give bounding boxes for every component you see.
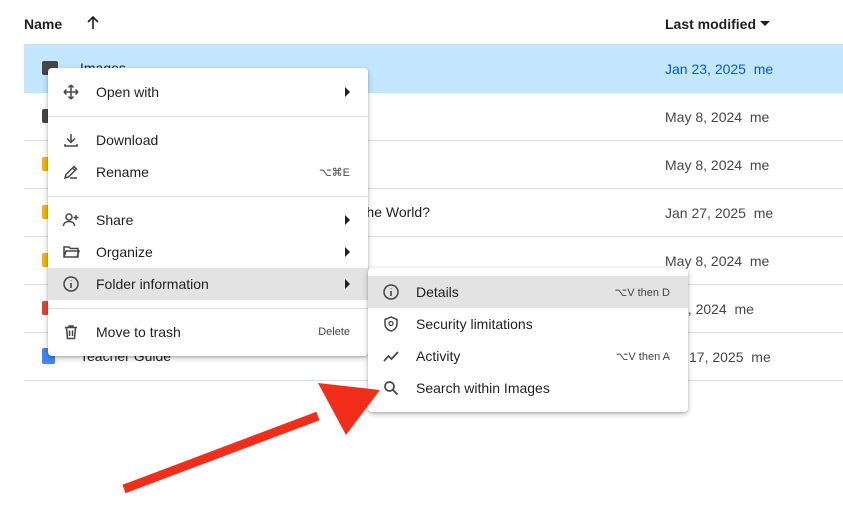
annotation-arrow-icon [122, 383, 380, 494]
